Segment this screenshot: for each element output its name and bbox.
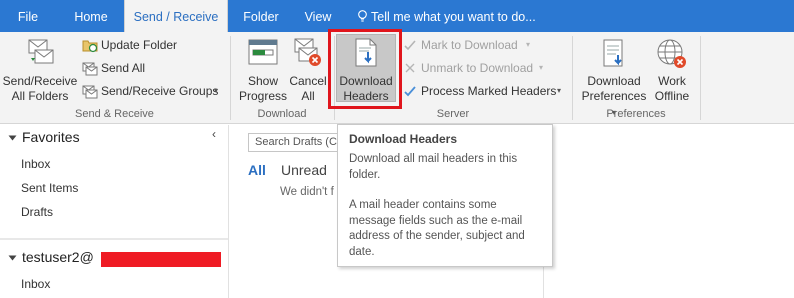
chevron-down-icon: ▾ (557, 86, 562, 95)
download-headers-label-2: Headers (343, 89, 389, 103)
work-offline-button[interactable]: Work Offline (650, 34, 694, 104)
unmark-to-download-icon (405, 63, 415, 73)
folder-item-account-inbox[interactable]: Inbox (21, 277, 50, 291)
group-label-preferences: Preferences (606, 108, 666, 120)
work-offline-label-1: Work (658, 74, 686, 88)
tooltip-description: Download all mail headers in this folder… (349, 153, 518, 181)
lightbulb-icon (358, 10, 367, 22)
cancel-all-button[interactable]: Cancel All (288, 34, 328, 104)
cancel-all-label-2: All (301, 89, 315, 103)
expand-triangle-icon (8, 255, 17, 261)
search-input[interactable]: Search Drafts (Ct (248, 133, 348, 152)
tooltip-title: Download Headers (349, 132, 458, 146)
download-headers-label-1: Download (339, 74, 393, 88)
folder-pane: Favorites ‹ Inbox Sent Items Drafts test… (0, 125, 229, 298)
chevron-down-icon: ▾ (539, 63, 544, 72)
group-label-server: Server (436, 108, 470, 120)
show-progress-label-1: Show (247, 74, 279, 88)
download-preferences-icon (603, 39, 623, 67)
tab-file[interactable]: File (0, 0, 56, 32)
ribbon: Send/Receive All Folders Update Folder S… (0, 29, 794, 124)
account-label: testuser2@ (22, 249, 94, 265)
chevron-down-icon: ▾ (214, 86, 219, 95)
send-receive-all-label-2: All Folders (11, 89, 69, 103)
work-offline-label-2: Offline (654, 89, 690, 103)
show-progress-icon (248, 39, 278, 65)
folder-item-sent-items[interactable]: Sent Items (21, 181, 78, 195)
update-folder-label: Update Folder (101, 38, 178, 52)
unmark-to-download-label: Unmark to Download (421, 61, 534, 75)
send-receive-all-label-1: Send/Receive (2, 74, 78, 88)
group-separator (700, 36, 701, 120)
mark-to-download-icon (404, 40, 416, 51)
tab-send-receive[interactable]: Send / Receive (124, 0, 228, 32)
show-progress-button[interactable]: Show Progress (238, 34, 288, 104)
favorites-label: Favorites (22, 129, 80, 145)
message-list-border (543, 266, 544, 298)
tab-view[interactable]: View (296, 0, 340, 32)
send-receive-groups-icon (82, 85, 98, 99)
group-label-send-receive: Send & Receive (75, 108, 154, 120)
chevron-down-icon: ▾ (526, 40, 531, 49)
mark-to-download-label: Mark to Download (421, 38, 518, 52)
folder-item-drafts[interactable]: Drafts (21, 205, 53, 219)
download-preferences-label-2-text: Preferences (581, 89, 647, 103)
send-all-icon (82, 62, 98, 76)
send-receive-all-icon (28, 39, 54, 64)
send-receive-all-folders-button[interactable]: Send/Receive All Folders (2, 34, 78, 104)
empty-list-message: We didn't f (280, 186, 334, 198)
send-all-label: Send All (101, 61, 146, 75)
cancel-all-icon (294, 38, 321, 66)
download-preferences-label-1: Download (587, 74, 641, 88)
redaction-bar (101, 252, 221, 267)
update-folder-icon (82, 40, 98, 53)
download-headers-icon (355, 38, 377, 67)
filter-unread-tab[interactable]: Unread (281, 162, 327, 178)
tab-home[interactable]: Home (60, 0, 122, 32)
group-label-download: Download (257, 108, 307, 120)
ribbon-tab-bar: File Home Send / Receive Folder View Tel… (0, 0, 794, 32)
show-progress-label-2: Progress (238, 89, 288, 103)
download-headers-tooltip: Download Headers Download all mail heade… (337, 124, 553, 267)
download-preferences-button[interactable]: Download Preferences ▾ (578, 34, 650, 117)
tab-folder[interactable]: Folder (232, 0, 290, 32)
globe-offline-icon (657, 39, 686, 68)
collapse-pane-icon[interactable]: ‹ (212, 127, 216, 141)
pane-divider (0, 238, 228, 240)
tooltip-detail: A mail header contains some message fiel… (349, 199, 525, 258)
download-headers-button[interactable]: Download Headers (336, 34, 396, 104)
cancel-all-label-1: Cancel (289, 74, 327, 88)
process-marked-headers-label: Process Marked Headers (421, 84, 557, 98)
expand-triangle-icon (8, 135, 17, 141)
send-receive-groups-label: Send/Receive Groups (101, 84, 219, 98)
folder-item-inbox[interactable]: Inbox (21, 157, 50, 171)
process-marked-headers-icon (404, 86, 416, 97)
filter-all-tab[interactable]: All (248, 162, 266, 178)
